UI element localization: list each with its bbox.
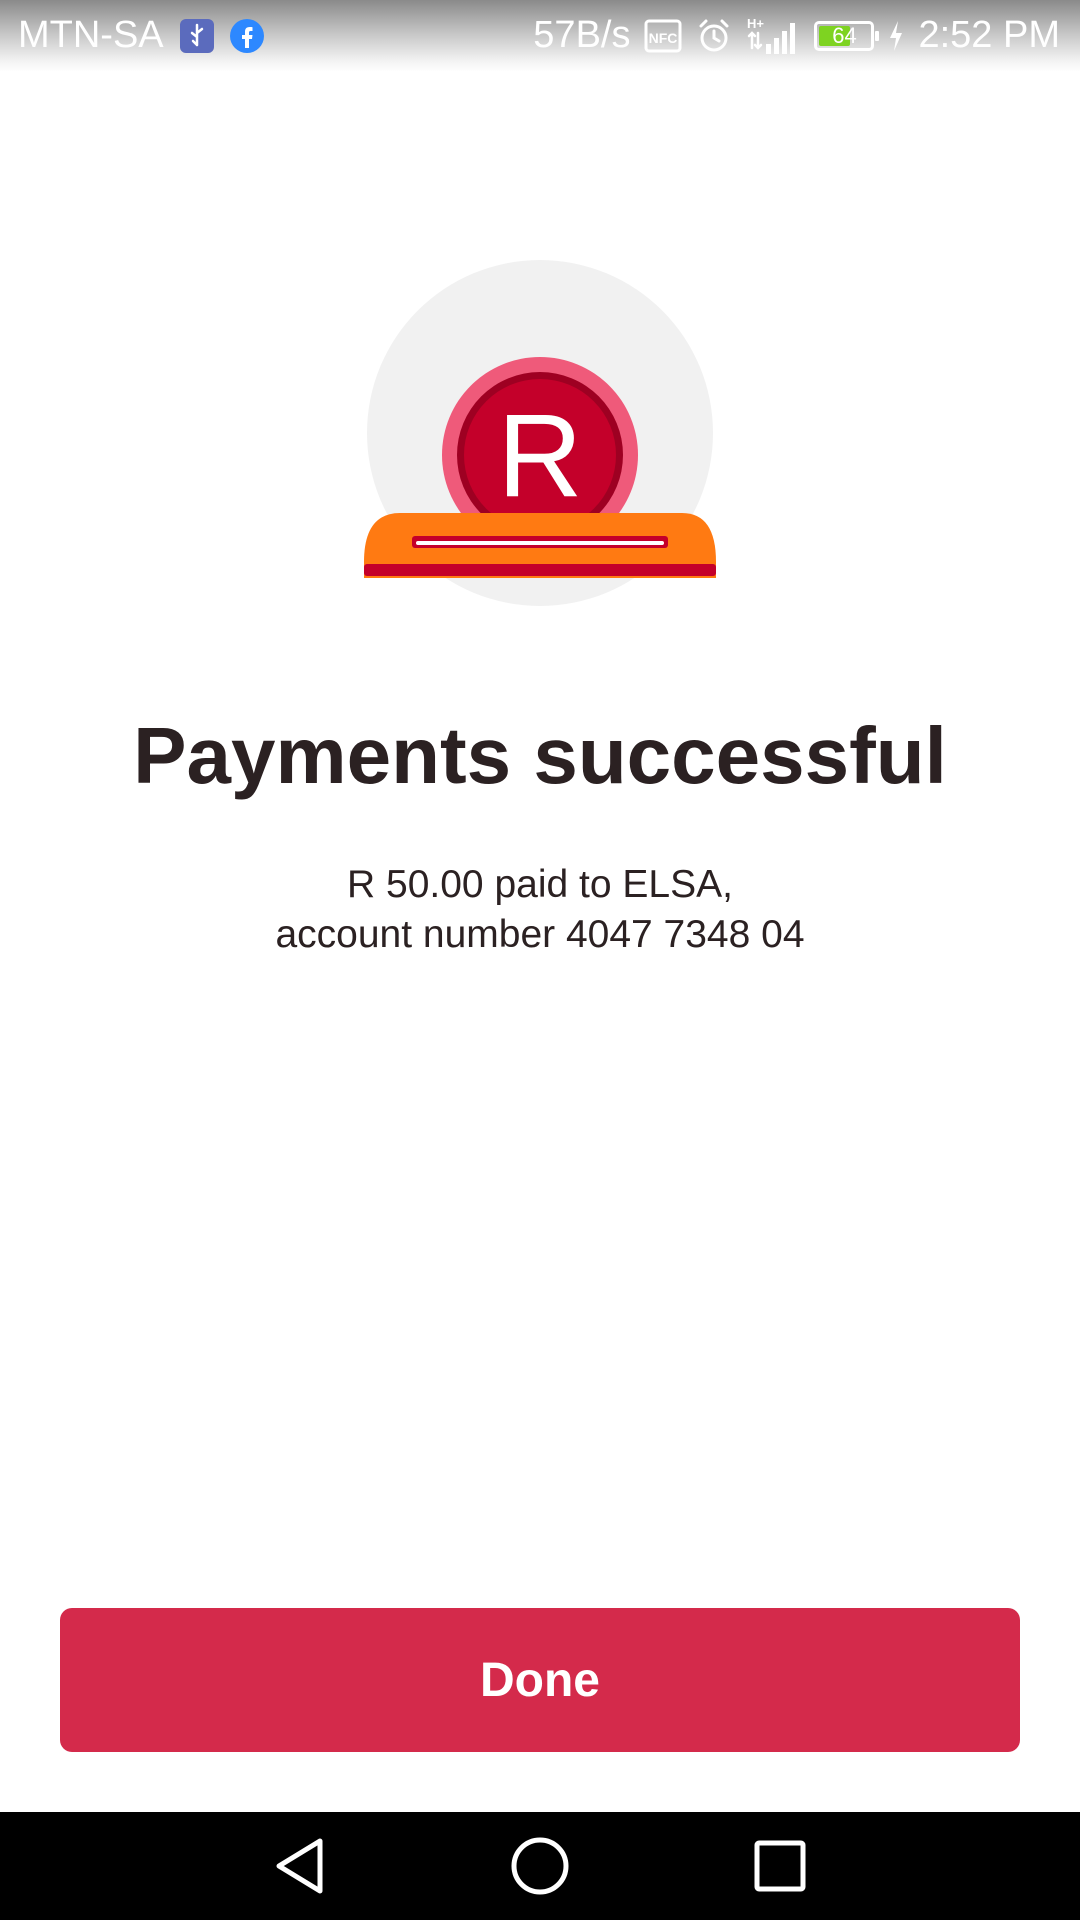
status-bar-left: MTN-SA (18, 14, 264, 57)
network-speed: 57B/s (533, 14, 631, 56)
nfc-label: NFC (649, 30, 678, 46)
payment-confirmation-message: R 50.00 paid to ELSA, account number 404… (0, 860, 1080, 960)
battery-level: 64 (832, 22, 857, 48)
carrier-name: MTN-SA (18, 14, 164, 56)
page-title: Payments successful (133, 711, 947, 800)
status-bar-right: 57B/s NFC H+ 64 2:52 PM (533, 14, 1060, 57)
network-type: H+ (747, 16, 764, 31)
recents-icon[interactable] (748, 1834, 812, 1898)
nfc-icon: NFC (644, 19, 682, 53)
charging-icon (888, 20, 904, 52)
battery-icon: 64 (814, 20, 880, 51)
usb-icon (179, 18, 214, 53)
account-number-line: account number 4047 7348 04 (275, 913, 805, 956)
payment-success-screen: MTN-SA 57B/s NFC H+ 64 2:52 PM R Payment… (0, 0, 1080, 1920)
coin-symbol: R (497, 390, 582, 522)
coin-slot-icon (364, 513, 716, 578)
clock: 2:52 PM (918, 14, 1060, 56)
status-bar: MTN-SA 57B/s NFC H+ 64 2:52 PM (0, 0, 1080, 72)
alarm-icon (696, 18, 732, 54)
signal-icon: H+ (746, 16, 800, 56)
back-icon[interactable] (268, 1834, 332, 1898)
payment-amount-line: R 50.00 paid to ELSA, (347, 863, 733, 906)
facebook-icon (229, 18, 264, 53)
navigation-bar (0, 1812, 1080, 1920)
done-button[interactable]: Done (60, 1608, 1020, 1752)
payment-illustration: R (360, 258, 720, 608)
home-icon[interactable] (508, 1834, 572, 1898)
